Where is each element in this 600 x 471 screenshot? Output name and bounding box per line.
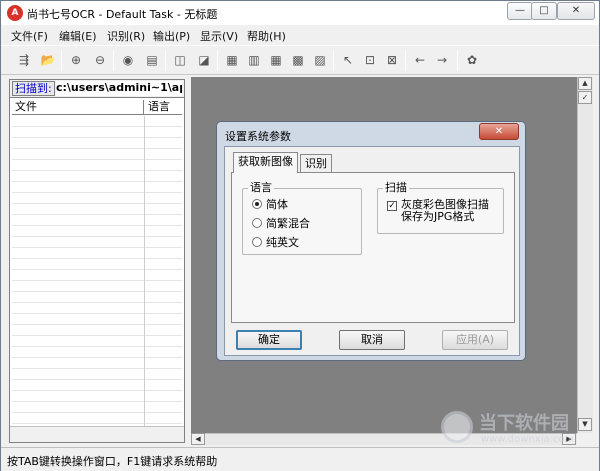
status-bar: 按TAB键转换操作窗口，F1键请求系统帮助 [1,447,599,471]
status-text: 按TAB键转换操作窗口，F1键请求系统帮助 [7,455,218,468]
column-header-file[interactable]: 文件 [12,100,144,115]
toolbar-separator [333,51,334,71]
zoom-out-icon[interactable]: ⊖ [91,51,109,69]
region-delete-icon[interactable]: ⊠ [383,51,401,69]
layout-2-icon[interactable]: ▥ [245,51,263,69]
menu-bar: 文件(F) 编辑(E) 识别(R) 输出(P) 显示(V) 帮助(H) [1,25,599,45]
page-next-icon[interactable]: ◪ [195,51,213,69]
file-list-rows[interactable] [12,116,182,426]
toolbar-separator [165,51,166,71]
menu-file[interactable]: 文件(F) [11,28,48,44]
file-list-hscrollbar[interactable] [10,426,184,442]
recognize-icon[interactable]: ◉ [119,51,137,69]
layout-3-icon[interactable]: ▦ [267,51,285,69]
back-arrow-icon[interactable]: ← [411,51,429,69]
window-title: 尚书七号OCR - Default Task - 无标题 [27,8,218,21]
menu-recognize[interactable]: 识别(R) [107,28,145,44]
radio-label: 简繁混合 [266,217,310,230]
toolbar-separator [61,51,62,71]
settings-icon[interactable]: ✿ [463,51,481,69]
vertical-scrollbar[interactable]: ▲ ✓ ▼ [577,77,593,433]
menu-output[interactable]: 输出(P) [153,28,190,44]
radio-simplified[interactable]: 简体 [252,199,288,211]
dialog-close-button[interactable]: ✕ [479,123,519,140]
toolbar-separator [457,51,458,71]
toolbar: ⇶ 📂 ⊕ ⊖ ◉ ▤ ◫ ◪ ▦ ▥ ▦ ▩ ▨ ↖ ⊡ ⊠ ← → ✿ [1,45,599,75]
radio-label: 简体 [266,198,288,211]
menu-edit[interactable]: 编辑(E) [59,28,97,44]
scan-path[interactable]: c:\users\admini~1\appd [56,81,182,96]
scan-to-label[interactable]: 扫描到: [12,81,55,96]
scan-group: 扫描 ✓ 灰度彩色图像扫描 保存为JPG格式 [377,182,504,234]
dialog-body: 获取新图像 识别 语言 简体 简繁混合 纯英文 扫描 ✓ 灰度彩色图像扫描 保存… [224,146,520,356]
watermark-icon [441,411,473,443]
file-list-panel: 扫描到: c:\users\admini~1\appd 文件 语言 [9,79,185,443]
radio-english[interactable]: 纯英文 [252,237,299,249]
scan-group-label: 扫描 [383,181,409,194]
dialog-title: 设置系统参数 [225,130,291,143]
watermark-line1: 当下软件园 [479,413,569,434]
toolbar-separator [217,51,218,71]
apply-button[interactable]: 应用(A) [442,330,508,350]
title-bar: A 尚书七号OCR - Default Task - 无标题 — □ ✕ [1,1,599,25]
zoom-in-icon[interactable]: ⊕ [67,51,85,69]
scan-to-row: 扫描到: c:\users\admini~1\appd [10,80,184,98]
radio-icon [252,237,262,247]
maximize-button[interactable]: □ [531,2,557,20]
app-window: A 尚书七号OCR - Default Task - 无标题 — □ ✕ 文件(… [0,0,600,471]
close-button[interactable]: ✕ [557,2,595,20]
minimize-button[interactable]: — [507,2,533,20]
column-divider [144,116,145,426]
checkbox-label-line2[interactable]: 保存为JPG格式 [401,211,474,223]
page-prev-icon[interactable]: ◫ [171,51,189,69]
layout-4-icon[interactable]: ▩ [289,51,307,69]
language-group-label: 语言 [248,181,274,194]
watermark-logo: 当下软件园 www.downxia.com [441,409,591,449]
select-arrow-icon[interactable]: ↖ [339,51,357,69]
tab-get-new-image[interactable]: 获取新图像 [233,152,298,173]
scroll-up-icon[interactable]: ▲ [578,77,592,90]
column-header-language[interactable]: 语言 [146,100,182,115]
scan-icon[interactable]: ⇶ [15,51,33,69]
file-list-header: 文件 语言 [12,100,182,115]
cancel-button[interactable]: 取消 [339,330,405,350]
scroll-thumb[interactable]: ✓ [578,91,592,104]
menu-help[interactable]: 帮助(H) [247,28,286,44]
open-folder-icon[interactable]: 📂 [39,51,57,69]
print-icon[interactable]: ▤ [143,51,161,69]
radio-icon [252,218,262,228]
ok-button[interactable]: 确定 [236,330,302,350]
watermark-line2: www.downxia.com [481,434,575,445]
language-group: 语言 简体 简繁混合 纯英文 [242,182,362,255]
tab-panel: 语言 简体 简繁混合 纯英文 扫描 ✓ 灰度彩色图像扫描 保存为JPG格式 [231,172,515,323]
layout-1-icon[interactable]: ▦ [223,51,241,69]
menu-view[interactable]: 显示(V) [200,28,238,44]
edit-region-icon[interactable]: ⊡ [361,51,379,69]
tab-recognize[interactable]: 识别 [300,154,332,172]
layout-5-icon[interactable]: ▨ [311,51,329,69]
grayscale-checkbox[interactable]: ✓ [387,201,397,211]
radio-mixed[interactable]: 简繁混合 [252,218,310,230]
settings-dialog: 设置系统参数 ✕ 获取新图像 识别 语言 简体 简繁混合 纯英文 扫描 ✓ 灰度… [216,121,526,361]
radio-label: 纯英文 [266,236,299,249]
forward-arrow-icon[interactable]: → [433,51,451,69]
toolbar-separator [405,51,406,71]
radio-selected-icon [252,199,262,209]
scroll-left-icon[interactable]: ◀ [191,433,205,445]
toolbar-separator [113,51,114,71]
ocr-logo-icon: A [7,5,23,21]
